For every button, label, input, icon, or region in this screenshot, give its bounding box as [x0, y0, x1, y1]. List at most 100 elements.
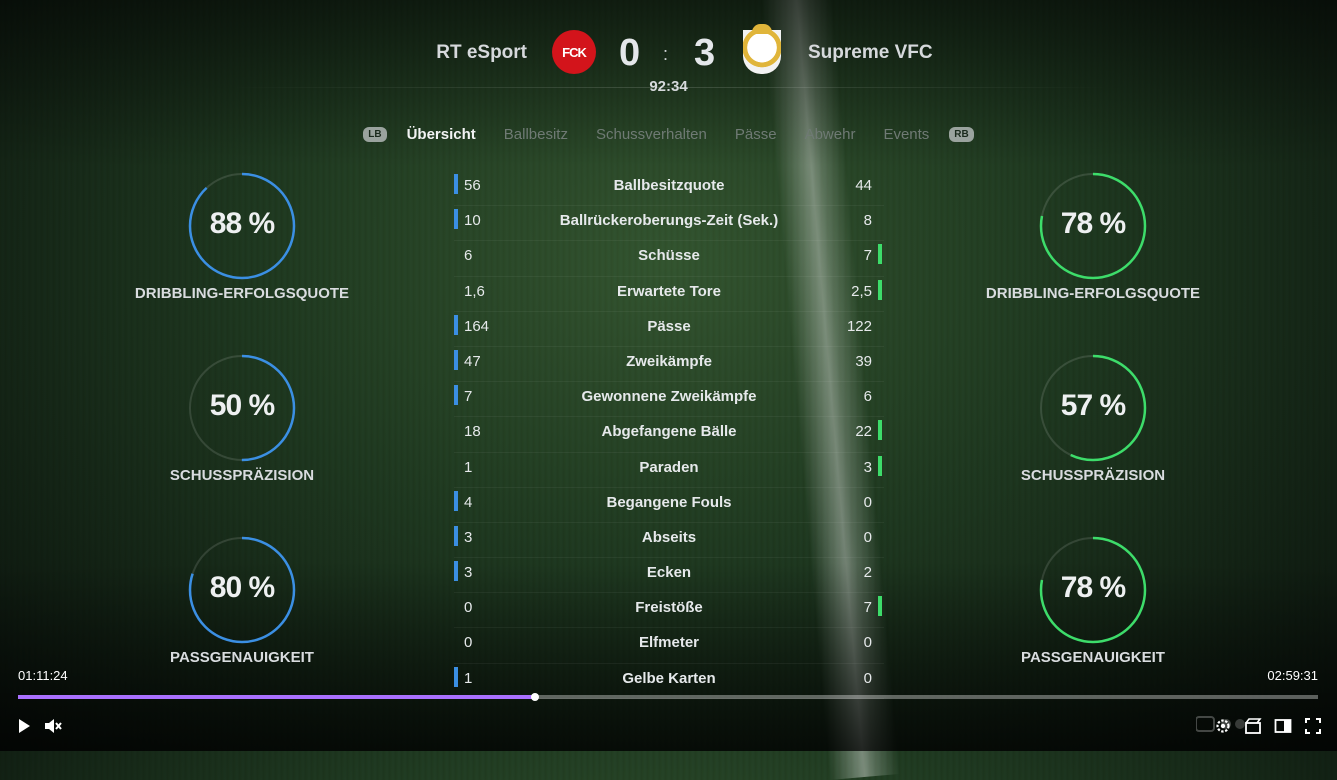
- stat-home-value: 3: [464, 528, 473, 546]
- stat-away-value: 7: [863, 247, 872, 265]
- away-lead-indicator: [878, 279, 882, 300]
- away-lead-indicator: [878, 420, 882, 441]
- tab-defense[interactable]: Abwehr: [805, 126, 856, 143]
- stat-row: 4 Begangene Fouls 0: [454, 488, 884, 523]
- mute-button[interactable]: [41, 714, 65, 738]
- home-lead-indicator: [454, 174, 458, 194]
- tab-possession[interactable]: Ballbesitz: [504, 126, 568, 143]
- stat-row: 0 Elfmeter 0: [454, 628, 884, 664]
- stat-row: 1,6 Erwartete Tore 2,5: [454, 277, 884, 312]
- stat-away-value: 0: [863, 669, 872, 687]
- stat-away-value: 6: [863, 388, 872, 406]
- ring-value: 78 %: [1060, 207, 1126, 240]
- seek-bar-handle[interactable]: [530, 693, 539, 701]
- ring-label: PASSGENAUIGKEIT: [1021, 649, 1165, 666]
- stat-label: Abgefangene Bälle: [601, 423, 737, 441]
- home-lead-indicator: [454, 314, 458, 335]
- stat-home-value: 7: [464, 388, 473, 406]
- home-score: 0: [619, 32, 641, 74]
- ring-label: DRIBBLING-ERFOLGSQUOTE: [985, 285, 1201, 302]
- tab-events[interactable]: Events: [883, 126, 929, 143]
- stat-row: 164 Pässe 122: [454, 312, 884, 347]
- stat-away-value: 122: [846, 317, 872, 335]
- stat-home-value: 164: [464, 317, 490, 335]
- stats-tabs: LB Übersicht Ballbesitz Schussverhalten …: [0, 126, 1337, 143]
- stat-row: 3 Abseits 0: [454, 523, 884, 559]
- ring-value: 78 %: [1060, 571, 1126, 604]
- stat-home-value: 6: [464, 247, 473, 265]
- stat-away-value: 8: [863, 212, 872, 230]
- fullscreen-icon: [1305, 718, 1321, 734]
- current-time: 01:11:24: [18, 668, 68, 683]
- tab-overview[interactable]: Übersicht: [407, 126, 476, 143]
- stat-label: Pässe: [647, 317, 691, 335]
- stat-label: Ballrückeroberungs-Zeit (Sek.): [559, 212, 779, 230]
- stat-away-value: 39: [855, 352, 872, 370]
- ring-value: 57 %: [1060, 389, 1126, 422]
- stat-row: 6 Schüsse 7: [454, 241, 884, 277]
- play-button[interactable]: [12, 714, 36, 738]
- rb-button-hint[interactable]: RB: [949, 127, 974, 142]
- stat-row: 1 Paraden 3: [454, 453, 884, 488]
- stat-home-value: 56: [464, 177, 481, 194]
- ring-label: SCHUSSPRÄZISION: [1020, 467, 1166, 484]
- stat-label: Freistöße: [635, 599, 703, 617]
- stat-row: 7 Gewonnene Zweikämpfe 6: [454, 382, 884, 418]
- clip-button[interactable]: [1241, 714, 1265, 738]
- stat-label: Paraden: [639, 458, 699, 476]
- settings-button[interactable]: [1211, 714, 1235, 738]
- play-icon: [19, 719, 30, 733]
- theatre-mode-icon: [1274, 719, 1292, 733]
- away-pass-accuracy-ring: 78 % PASSGENAUIGKEIT: [978, 535, 1208, 685]
- theatre-mode-button[interactable]: [1271, 714, 1295, 738]
- stat-row: 1 Gelbe Karten 0: [454, 664, 884, 699]
- stat-home-value: 0: [464, 599, 473, 617]
- stat-away-value: 3: [863, 458, 872, 476]
- away-lead-indicator: [878, 455, 882, 476]
- stat-label: Gelbe Karten: [622, 669, 716, 687]
- stat-away-value: 2,5: [851, 282, 872, 300]
- home-lead-indicator: [454, 209, 458, 230]
- ring-value: 80 %: [209, 571, 275, 604]
- home-lead-indicator: [454, 349, 458, 370]
- home-team-crest: FCK: [552, 30, 596, 74]
- home-team-name: RT eSport: [436, 42, 527, 63]
- stat-away-value: 0: [863, 634, 872, 652]
- stat-label: Begangene Fouls: [606, 493, 732, 511]
- away-score: 3: [694, 32, 716, 74]
- lb-button-hint[interactable]: LB: [363, 127, 387, 142]
- home-lead-indicator: [454, 561, 458, 582]
- away-dribbling-ring: 78 % DRIBBLING-ERFOLGSQUOTE: [978, 171, 1208, 321]
- home-lead-indicator: [454, 525, 458, 546]
- stat-row: 10 Ballrückeroberungs-Zeit (Sek.) 8: [454, 206, 884, 242]
- stat-home-value: 3: [464, 564, 473, 582]
- home-crest-text: FCK: [562, 44, 587, 60]
- stat-label: Schüsse: [638, 247, 700, 265]
- home-lead-indicator: [454, 490, 458, 511]
- ring-label: SCHUSSPRÄZISION: [169, 467, 315, 484]
- stat-row: 18 Abgefangene Bälle 22: [454, 417, 884, 453]
- stat-row: 56 Ballbesitzquote 44: [454, 171, 884, 207]
- stat-row: 0 Freistöße 7: [454, 593, 884, 629]
- stat-home-value: 47: [464, 352, 481, 370]
- tab-shooting[interactable]: Schussverhalten: [596, 126, 707, 143]
- stats-table: 56 Ballbesitzquote 44 10 Ballrückeroberungs-…: [454, 171, 884, 699]
- ring-value: 88 %: [209, 207, 275, 240]
- stat-home-value: 18: [464, 423, 481, 441]
- stat-away-value: 7: [863, 599, 872, 617]
- header-divider: [230, 87, 1110, 88]
- stat-home-value: 0: [464, 634, 473, 652]
- stat-away-value: 0: [863, 493, 872, 511]
- stat-home-value: 1,6: [464, 282, 485, 300]
- home-dribbling-ring: 88 % DRIBBLING-ERFOLGSQUOTE: [127, 171, 357, 321]
- stat-label: Abseits: [641, 528, 697, 546]
- stat-label: Ecken: [646, 564, 692, 582]
- total-time: 02:59:31: [1267, 668, 1318, 683]
- home-pass-accuracy-ring: 80 % PASSGENAUIGKEIT: [127, 535, 357, 685]
- away-team-crest: [743, 24, 781, 74]
- seek-bar[interactable]: [18, 693, 1318, 701]
- fullscreen-button[interactable]: [1301, 714, 1325, 738]
- scoreboard: RT eSport FCK 0 : 3 Supreme VFC 92:34: [0, 24, 1337, 100]
- ring-value: 50 %: [209, 389, 275, 422]
- tab-passes[interactable]: Pässe: [735, 126, 777, 143]
